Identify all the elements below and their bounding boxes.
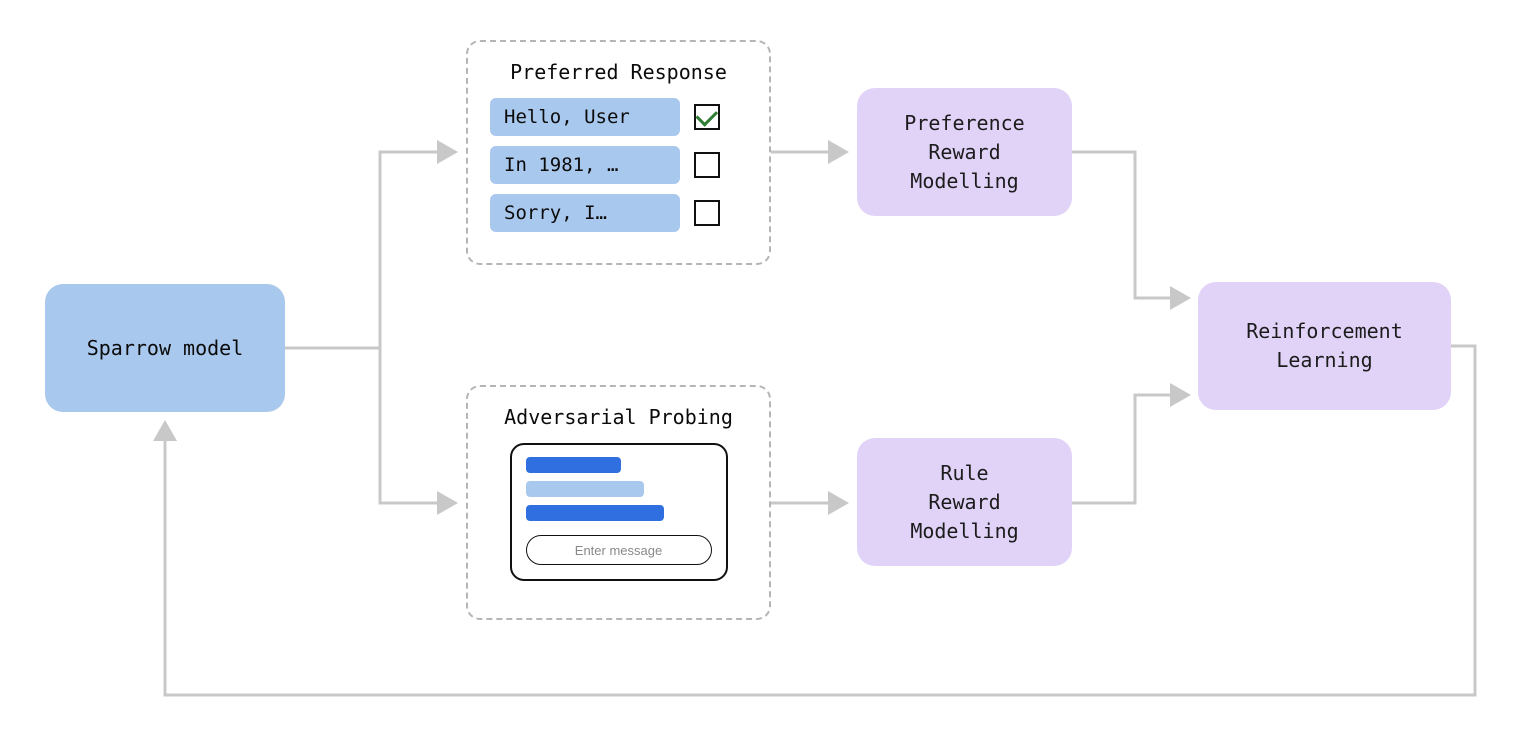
panel-preferred-response: Preferred Response Hello, User In 1981, … <box>466 40 771 265</box>
node-reinforcement-learning: Reinforcement Learning <box>1198 282 1451 410</box>
chat-message-bar-icon <box>526 505 664 521</box>
checkbox-icon <box>694 104 720 130</box>
node-sparrow-model: Sparrow model <box>45 284 285 412</box>
response-option-label: Sorry, I… <box>490 194 680 232</box>
arrow-icon <box>285 152 455 348</box>
node-rl-label: Reinforcement Learning <box>1246 317 1403 375</box>
panel-adversarial-probing: Adversarial Probing Enter message <box>466 385 771 620</box>
response-option-row: Hello, User <box>490 98 747 136</box>
node-sparrow-label: Sparrow model <box>87 334 244 363</box>
arrow-icon <box>380 348 455 503</box>
arrow-icon <box>1072 395 1188 503</box>
chat-message-bar-icon <box>526 481 644 497</box>
chat-window-mock: Enter message <box>510 443 728 581</box>
adversarial-probing-title: Adversarial Probing <box>490 405 747 429</box>
node-preference-reward-modelling: Preference Reward Modelling <box>857 88 1072 216</box>
checkbox-icon <box>694 200 720 226</box>
node-rule-reward-label: Rule Reward Modelling <box>910 459 1018 546</box>
chat-message-bar-icon <box>526 457 621 473</box>
node-rule-reward-modelling: Rule Reward Modelling <box>857 438 1072 566</box>
node-pref-reward-label: Preference Reward Modelling <box>904 109 1024 196</box>
arrow-icon <box>1072 152 1188 298</box>
response-option-label: Hello, User <box>490 98 680 136</box>
chat-input-placeholder: Enter message <box>526 535 712 565</box>
checkbox-icon <box>694 152 720 178</box>
preferred-response-title: Preferred Response <box>490 60 747 84</box>
response-option-row: Sorry, I… <box>490 194 747 232</box>
response-option-label: In 1981, … <box>490 146 680 184</box>
diagram-canvas: Sparrow model Preferred Response Hello, … <box>0 0 1513 755</box>
response-option-row: In 1981, … <box>490 146 747 184</box>
chat-input-placeholder-text: Enter message <box>575 543 662 558</box>
